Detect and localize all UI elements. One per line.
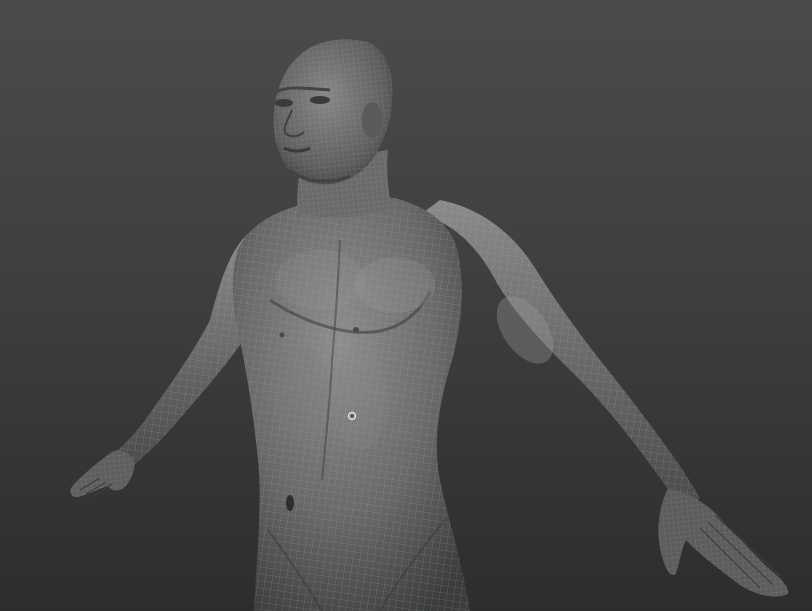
sculpt-canvas[interactable] [0,0,812,611]
torso [232,197,470,611]
right-hand [658,488,789,597]
3d-viewport[interactable] [0,0,812,611]
right-arm [420,200,700,512]
left-hand [70,450,135,498]
